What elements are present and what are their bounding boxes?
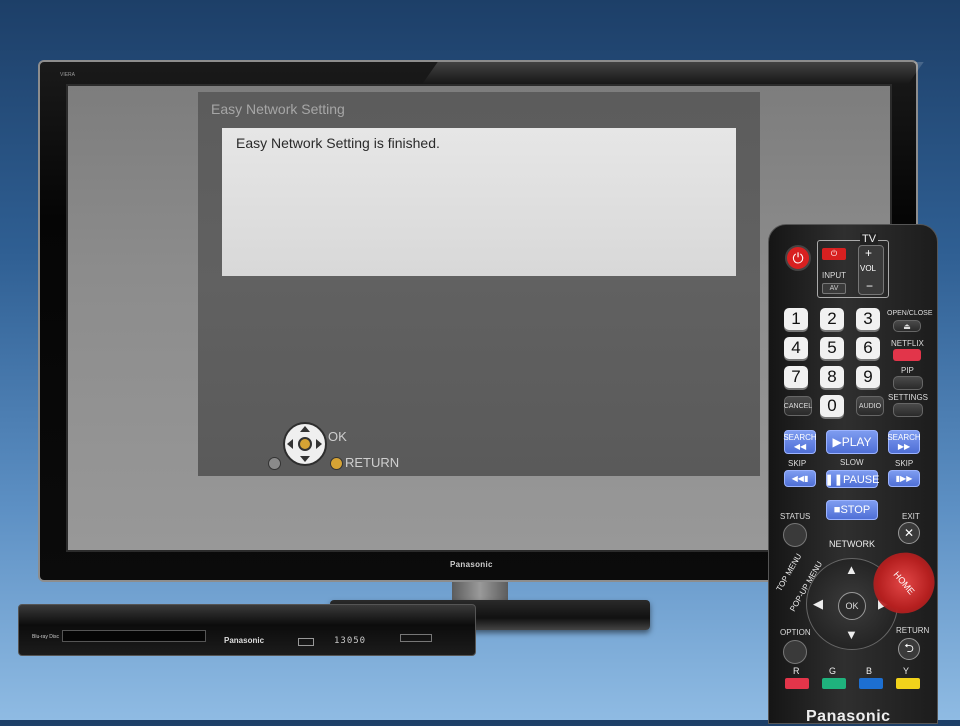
settings-button[interactable] bbox=[893, 403, 923, 417]
remote-up-arrow-icon[interactable]: ▲ bbox=[845, 562, 858, 577]
skip-back-button[interactable]: ◀◀▮ bbox=[784, 470, 816, 487]
grey-dot-icon bbox=[268, 457, 281, 470]
skip-back-label: SKIP bbox=[788, 459, 807, 468]
netflix-button[interactable] bbox=[893, 349, 921, 361]
remote-left-arrow-icon[interactable]: ◀ bbox=[813, 596, 823, 612]
blue-key-label: B bbox=[866, 666, 873, 676]
search-forward-button[interactable]: SEARCH ▶▶ bbox=[887, 430, 921, 454]
open-close-label: OPEN/CLOSE bbox=[887, 310, 933, 317]
search-forward-label: SEARCH bbox=[887, 433, 921, 442]
status-label: STATUS bbox=[780, 512, 811, 521]
number-button-9[interactable]: 9 bbox=[856, 366, 880, 388]
audio-button[interactable]: AUDIO bbox=[856, 396, 884, 416]
player-front-buttons[interactable] bbox=[400, 634, 432, 642]
exit-label: EXIT bbox=[902, 512, 920, 521]
pause-button[interactable]: ❚❚PAUSE bbox=[825, 470, 879, 488]
yellow-button[interactable] bbox=[896, 678, 920, 689]
volume-label: VOL bbox=[860, 264, 877, 273]
pip-label: PIP bbox=[901, 366, 914, 375]
option-button[interactable] bbox=[783, 640, 807, 664]
number-button-6[interactable]: 6 bbox=[856, 337, 880, 359]
green-key-label: G bbox=[829, 666, 837, 676]
stop-button[interactable]: ■STOP bbox=[826, 500, 878, 520]
pip-button[interactable] bbox=[893, 376, 923, 390]
number-button-5[interactable]: 5 bbox=[820, 337, 844, 359]
tv-model-label: VIERA bbox=[60, 72, 76, 78]
rewind-icon: ◀◀ bbox=[793, 442, 807, 451]
nav-right-arrow-icon bbox=[316, 439, 322, 449]
number-button-1[interactable]: 1 bbox=[784, 308, 808, 330]
usb-port-icon bbox=[298, 638, 314, 646]
nav-up-arrow-icon bbox=[300, 426, 310, 432]
input-av-button[interactable]: AV bbox=[822, 283, 846, 294]
ok-center-button[interactable] bbox=[298, 437, 312, 451]
volume-up-icon: + bbox=[865, 246, 873, 260]
open-close-button[interactable]: ⏏ bbox=[893, 320, 921, 332]
remote-brand-label: Panasonic bbox=[806, 708, 891, 725]
tv-brand-label: Panasonic bbox=[450, 560, 493, 569]
remote-return-button[interactable]: ⮌ bbox=[898, 638, 920, 660]
remote-ok-button[interactable]: OK bbox=[838, 592, 866, 620]
number-button-8[interactable]: 8 bbox=[820, 366, 844, 388]
dialog-message: Easy Network Setting is finished. bbox=[236, 135, 440, 151]
blue-button[interactable] bbox=[859, 678, 883, 689]
green-button[interactable] bbox=[822, 678, 846, 689]
player-brand-label: Panasonic bbox=[224, 636, 265, 645]
volume-down-icon: − bbox=[866, 279, 874, 293]
tv-bezel-gloss bbox=[422, 62, 924, 84]
search-back-button[interactable]: SEARCH ◀◀ bbox=[783, 430, 817, 454]
input-label: INPUT bbox=[822, 271, 846, 280]
play-button[interactable]: ▶PLAY bbox=[826, 430, 878, 454]
number-button-3[interactable]: 3 bbox=[856, 308, 880, 330]
tv-group-label: TV bbox=[860, 233, 879, 245]
power-button[interactable]: ⏻ bbox=[785, 245, 811, 271]
tv-power-button[interactable]: ⏻ bbox=[822, 248, 846, 260]
nav-left-arrow-icon bbox=[287, 439, 293, 449]
skip-forward-button[interactable]: ▮▶▶ bbox=[888, 470, 920, 487]
remote-return-label: RETURN bbox=[896, 626, 930, 635]
status-button[interactable] bbox=[783, 523, 807, 547]
number-button-0[interactable]: 0 bbox=[820, 395, 844, 417]
cancel-button[interactable]: CANCEL bbox=[784, 396, 812, 416]
exit-button[interactable]: ✕ bbox=[898, 522, 920, 544]
netflix-label: NETFLIX bbox=[891, 339, 924, 348]
remote-down-arrow-icon[interactable]: ▼ bbox=[845, 627, 858, 642]
dialog-title: Easy Network Setting bbox=[211, 101, 345, 117]
disc-tray[interactable] bbox=[62, 630, 206, 642]
player-display: 13050 bbox=[334, 636, 367, 646]
search-back-label: SEARCH bbox=[783, 433, 817, 442]
bluray-logo: Blu-ray Disc bbox=[32, 634, 59, 640]
number-button-4[interactable]: 4 bbox=[784, 337, 808, 359]
yellow-key-label: Y bbox=[903, 666, 910, 676]
red-button[interactable] bbox=[785, 678, 809, 689]
skip-forward-label: SKIP bbox=[895, 459, 914, 468]
fast-forward-icon: ▶▶ bbox=[897, 442, 911, 451]
number-button-7[interactable]: 7 bbox=[784, 366, 808, 388]
nav-down-arrow-icon bbox=[300, 456, 310, 462]
ok-label: OK bbox=[328, 429, 347, 444]
network-button[interactable]: NETWORK bbox=[829, 539, 875, 549]
slow-label: SLOW bbox=[840, 458, 864, 467]
settings-label: SETTINGS bbox=[888, 393, 929, 402]
return-button[interactable] bbox=[330, 457, 343, 470]
option-label: OPTION bbox=[780, 628, 811, 637]
red-key-label: R bbox=[793, 666, 800, 676]
return-label: RETURN bbox=[345, 455, 400, 470]
number-button-2[interactable]: 2 bbox=[820, 308, 844, 330]
